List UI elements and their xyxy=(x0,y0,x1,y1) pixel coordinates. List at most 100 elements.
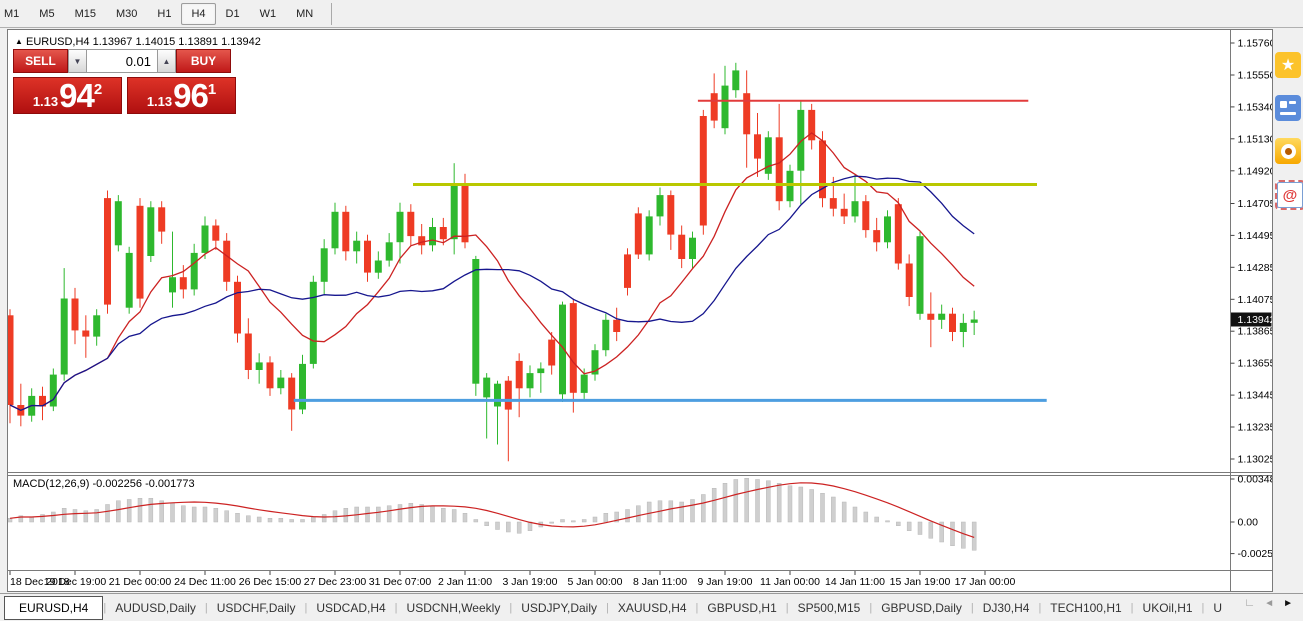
news-feed-icon[interactable] xyxy=(1275,95,1301,121)
volume-input[interactable] xyxy=(87,49,157,73)
weibo-icon[interactable] xyxy=(1275,138,1301,164)
ohlc-low: 1.13891 xyxy=(178,36,218,48)
chart-tab-ukoil-h1[interactable]: UKOil,H1 xyxy=(1134,596,1202,620)
svg-text:1.15550: 1.15550 xyxy=(1238,69,1273,81)
svg-text:1.13655: 1.13655 xyxy=(1238,358,1273,370)
svg-text:8 Jan 11:00: 8 Jan 11:00 xyxy=(633,576,687,588)
weibo-pupil-shape xyxy=(1285,148,1292,155)
svg-text:1.14495: 1.14495 xyxy=(1238,230,1273,242)
chart-tab-sp500-m15[interactable]: SP500,M15 xyxy=(789,596,870,620)
svg-text:1.15340: 1.15340 xyxy=(1238,101,1273,113)
timeframe-buttons: M1M5M15M30H1H4D1W1MN xyxy=(0,3,323,25)
symbol-triangle-icon: ▲ xyxy=(15,37,23,46)
current-price-badge: 1.13942 xyxy=(1231,313,1272,327)
svg-text:15 Jan 19:00: 15 Jan 19:00 xyxy=(890,576,951,588)
ohlc-open: 1.13967 xyxy=(93,36,133,48)
svg-text:9 Jan 19:00: 9 Jan 19:00 xyxy=(698,576,753,588)
timeframe-button-m15[interactable]: M15 xyxy=(65,3,106,25)
svg-text:1.13865: 1.13865 xyxy=(1238,326,1273,338)
macd-signal-line xyxy=(10,483,974,538)
sell-price-main: 94 xyxy=(59,79,94,113)
chart-tab-u[interactable]: U xyxy=(1204,596,1231,620)
tab-grip-icon: ∟ xyxy=(1244,597,1255,609)
svg-text:31 Dec 07:00: 31 Dec 07:00 xyxy=(369,576,432,588)
svg-text:1.13445: 1.13445 xyxy=(1238,390,1273,402)
timeframe-button-m1[interactable]: M1 xyxy=(0,3,29,25)
timeframe-button-m5[interactable]: M5 xyxy=(29,3,64,25)
chart-tab-usdjpy-daily[interactable]: USDJPY,Daily xyxy=(512,596,606,620)
news-icon-line xyxy=(1289,101,1296,104)
star-glyph: ★ xyxy=(1281,55,1295,75)
buy-price-sup: 1 xyxy=(208,81,216,98)
svg-text:0.00: 0.00 xyxy=(1238,517,1259,529)
tab-scroll-right-icon[interactable]: ► xyxy=(1283,598,1293,609)
svg-text:1.13025: 1.13025 xyxy=(1238,453,1273,465)
svg-text:11 Jan 00:00: 11 Jan 00:00 xyxy=(760,576,820,588)
ohlc-close: 1.13942 xyxy=(221,36,261,48)
svg-text:26 Dec 15:00: 26 Dec 15:00 xyxy=(239,576,302,588)
svg-text:21 Dec 00:00: 21 Dec 00:00 xyxy=(109,576,172,588)
price-axis-ticks[interactable]: 1.15760 1.15550 1.15340 1.15130 1.14920 1.147… xyxy=(1231,38,1273,466)
toolbar-divider xyxy=(331,3,332,25)
svg-text:1.15760: 1.15760 xyxy=(1238,38,1273,50)
chart-tab-usdcnh-weekly[interactable]: USDCNH,Weekly xyxy=(398,596,510,620)
svg-text:3 Jan 19:00: 3 Jan 19:00 xyxy=(503,576,558,588)
svg-text:2 Jan 11:00: 2 Jan 11:00 xyxy=(438,576,492,588)
news-icon-line2 xyxy=(1280,112,1296,115)
svg-text:14 Jan 11:00: 14 Jan 11:00 xyxy=(825,576,885,588)
chart-tab-gbpusd-h1[interactable]: GBPUSD,H1 xyxy=(698,596,785,620)
svg-text:17 Jan 00:00: 17 Jan 00:00 xyxy=(955,576,1016,588)
tab-scroll-controls: ∟ ◄ ► xyxy=(1244,597,1293,609)
sell-button[interactable]: SELL xyxy=(13,49,68,73)
svg-text:1.14285: 1.14285 xyxy=(1238,262,1273,274)
tab-scroll-left-icon[interactable]: ◄ xyxy=(1264,598,1274,609)
one-click-trading-panel: SELL ▼ ▲ BUY 1.13 94 2 1.13 96 1 xyxy=(13,49,236,114)
volume-increase-button[interactable]: ▲ xyxy=(157,49,176,73)
price-chart[interactable]: 1.15760 1.15550 1.15340 1.15130 1.14920 1.147… xyxy=(8,30,1272,591)
time-axis-labels[interactable]: 18 Dec 201819 Dec 19:0021 Dec 00:0024 De… xyxy=(10,571,1016,588)
timeframe-button-mn[interactable]: MN xyxy=(286,3,323,25)
timeframe-button-w1[interactable]: W1 xyxy=(250,3,287,25)
chart-tab-usdchf-daily[interactable]: USDCHF,Daily xyxy=(208,596,305,620)
svg-text:5 Jan 00:00: 5 Jan 00:00 xyxy=(568,576,623,588)
timeframe-toolbar: M1M5M15M30H1H4D1W1MN xyxy=(0,0,1303,28)
svg-text:0.003485: 0.003485 xyxy=(1238,474,1273,486)
sell-price-sup: 2 xyxy=(94,81,102,98)
chart-tabs: EURUSD,H4|AUDUSD,Daily|USDCHF,Daily|USDC… xyxy=(4,596,1231,620)
macd-axis-ticks[interactable]: 0.0034850.00-0.00253 xyxy=(1231,474,1273,561)
buy-price-panel[interactable]: 1.13 96 1 xyxy=(127,77,236,114)
timeframe-button-h1[interactable]: H1 xyxy=(147,3,181,25)
chart-tab-audusd-daily[interactable]: AUDUSD,Daily xyxy=(106,596,205,620)
favorites-star-icon[interactable]: ★ xyxy=(1275,52,1301,78)
svg-text:19 Dec 19:00: 19 Dec 19:00 xyxy=(44,576,107,588)
svg-text:1.14705: 1.14705 xyxy=(1238,198,1273,210)
timeframe-button-h4[interactable]: H4 xyxy=(181,3,215,25)
svg-text:1.13942: 1.13942 xyxy=(1238,314,1273,326)
ohlc-high: 1.14015 xyxy=(135,36,175,48)
macd-indicator-label: MACD(12,26,9) -0.002256 -0.001773 xyxy=(13,478,195,490)
side-icon-strip: ★ @ xyxy=(1273,29,1303,592)
svg-text:24 Dec 11:00: 24 Dec 11:00 xyxy=(174,576,236,588)
chart-tab-tech100-h1[interactable]: TECH100,H1 xyxy=(1041,596,1130,620)
timeframe-button-d1[interactable]: D1 xyxy=(216,3,250,25)
mt4-application: M1M5M15M30H1H4D1W1MN 1.15760 1.15550 1.153… xyxy=(0,0,1303,621)
chart-tab-dj30-h4[interactable]: DJ30,H4 xyxy=(974,596,1039,620)
mail-at-icon[interactable]: @ xyxy=(1275,180,1303,210)
chart-tab-xauusd-h4[interactable]: XAUUSD,H4 xyxy=(609,596,696,620)
svg-text:1.15130: 1.15130 xyxy=(1238,133,1273,145)
chart-tab-gbpusd-daily[interactable]: GBPUSD,Daily xyxy=(872,596,971,620)
news-icon-block xyxy=(1280,101,1287,108)
timeframe-button-m30[interactable]: M30 xyxy=(106,3,147,25)
at-glyph: @ xyxy=(1283,187,1298,204)
chart-tab-usdcad-h4[interactable]: USDCAD,H4 xyxy=(307,596,394,620)
volume-decrease-button[interactable]: ▼ xyxy=(68,49,87,73)
svg-text:1.14920: 1.14920 xyxy=(1238,165,1273,177)
ma-line-fast xyxy=(10,133,974,410)
sell-price-prefix: 1.13 xyxy=(33,94,58,109)
buy-button[interactable]: BUY xyxy=(176,49,231,73)
ma-line-slow xyxy=(10,176,974,410)
chart-symbol: EURUSD,H4 xyxy=(26,36,90,48)
sell-price-panel[interactable]: 1.13 94 2 xyxy=(13,77,122,114)
chart-tab-eurusd-h4[interactable]: EURUSD,H4 xyxy=(4,596,103,620)
svg-text:27 Dec 23:00: 27 Dec 23:00 xyxy=(304,576,367,588)
